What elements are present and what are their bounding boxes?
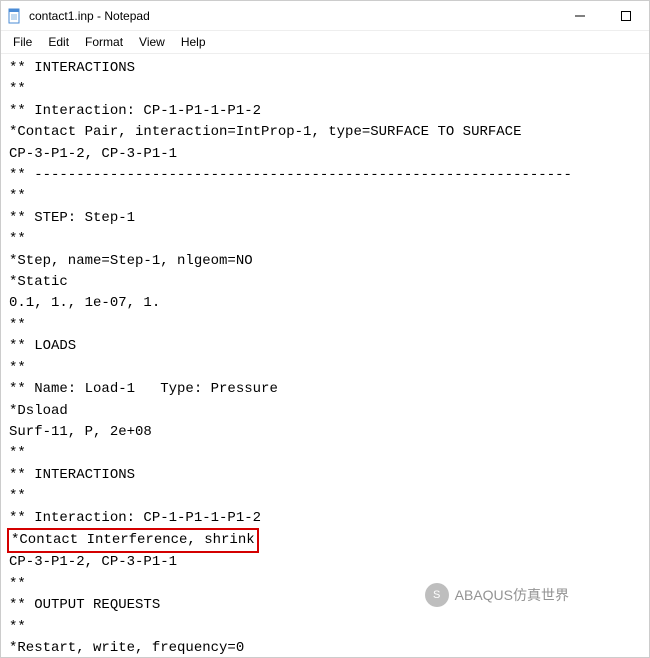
editor-line: ** — [9, 315, 641, 336]
editor-line: Surf-11, P, 2e+08 — [9, 422, 641, 443]
editor-line: *Restart, write, frequency=0 — [9, 638, 641, 657]
editor-line: ** STEP: Step-1 — [9, 208, 641, 229]
editor-line: ** Interaction: CP-1-P1-1-P1-2 — [9, 101, 641, 122]
window-title: contact1.inp - Notepad — [29, 9, 557, 23]
editor-line: ** — [9, 443, 641, 464]
editor-line: *Step, name=Step-1, nlgeom=NO — [9, 251, 641, 272]
editor-line: ** -------------------------------------… — [9, 165, 641, 186]
editor-line: ** — [9, 617, 641, 638]
editor-line: *Contact Interference, shrink — [9, 529, 641, 552]
editor-line: ** INTERACTIONS — [9, 58, 641, 79]
menu-help[interactable]: Help — [173, 33, 214, 51]
watermark-text: ABAQUS仿真世界 — [455, 585, 569, 605]
watermark: S ABAQUS仿真世界 — [425, 583, 569, 607]
menu-file[interactable]: File — [5, 33, 40, 51]
editor-line: *Contact Pair, interaction=IntProp-1, ty… — [9, 122, 641, 143]
editor-line: ** INTERACTIONS — [9, 465, 641, 486]
titlebar: contact1.inp - Notepad — [1, 1, 649, 31]
editor-line: ** Interaction: CP-1-P1-1-P1-2 — [9, 508, 641, 529]
editor-line: *Dsload — [9, 401, 641, 422]
highlighted-text: *Contact Interference, shrink — [7, 528, 259, 553]
editor-line: ** — [9, 229, 641, 250]
minimize-button[interactable] — [557, 1, 603, 31]
menu-format[interactable]: Format — [77, 33, 131, 51]
editor-line: *Static — [9, 272, 641, 293]
menu-view[interactable]: View — [131, 33, 173, 51]
editor-line: ** — [9, 358, 641, 379]
editor-line: 0.1, 1., 1e-07, 1. — [9, 293, 641, 314]
watermark-icon: S — [425, 583, 449, 607]
editor-line: CP-3-P1-2, CP-3-P1-1 — [9, 144, 641, 165]
editor-line: ** — [9, 486, 641, 507]
editor-line: CP-3-P1-2, CP-3-P1-1 — [9, 552, 641, 573]
editor-line: ** Name: Load-1 Type: Pressure — [9, 379, 641, 400]
editor-line: ** LOADS — [9, 336, 641, 357]
maximize-button[interactable] — [603, 1, 649, 31]
menubar: File Edit Format View Help — [1, 31, 649, 54]
window-buttons — [557, 1, 649, 31]
menu-edit[interactable]: Edit — [40, 33, 77, 51]
text-editor-area[interactable]: ** INTERACTIONS**** Interaction: CP-1-P1… — [1, 54, 649, 657]
editor-line: ** — [9, 79, 641, 100]
editor-line: ** — [9, 186, 641, 207]
notepad-icon — [7, 8, 23, 24]
